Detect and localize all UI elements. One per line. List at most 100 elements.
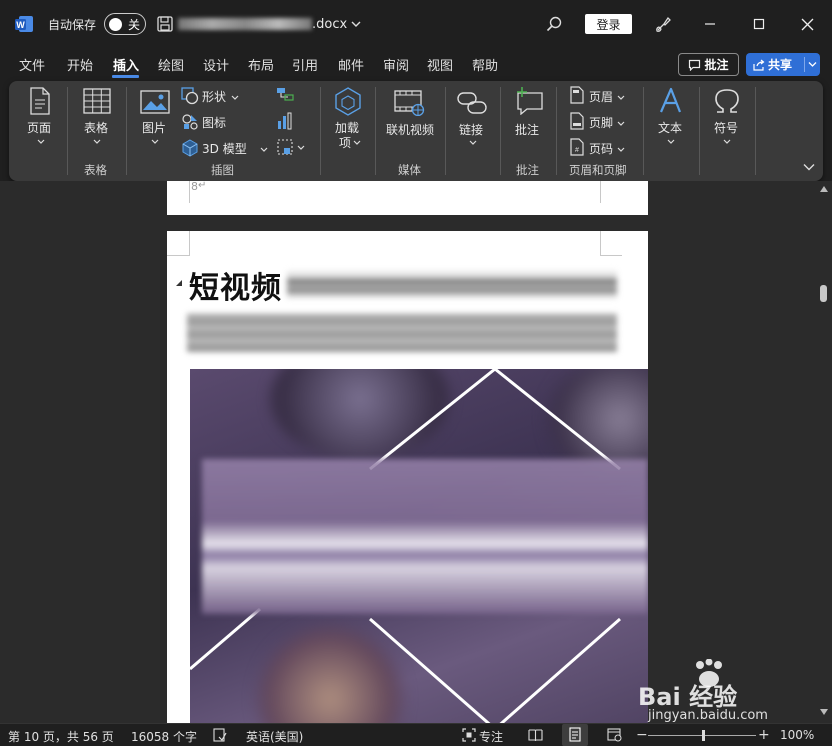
picture-button[interactable]: 图片 [135,85,175,151]
corner-mark [600,231,601,255]
heading-short-video[interactable]: 短视频 [189,263,282,307]
new-comment-button[interactable]: 批注 [507,85,551,151]
proofing-icon[interactable] [213,728,227,742]
print-layout-icon[interactable] [562,724,588,746]
new-comment-label: 批注 [515,123,540,137]
share-divider [804,57,805,72]
addins-button[interactable]: 加载 项 [327,85,369,151]
toggle-knob [109,17,122,31]
comment-icon [688,59,701,71]
zoom-slider[interactable] [648,730,756,741]
collapse-ribbon-icon[interactable] [803,163,815,171]
tab-help[interactable]: 帮助 [472,55,498,74]
tab-insert[interactable]: 插入 [113,55,139,74]
focus-mode[interactable]: 专注 [479,728,503,745]
page-info[interactable]: 第 10 页，共 56 页 [8,728,114,745]
chevron-down-icon [667,139,675,145]
picture-label: 图片 [142,121,167,135]
current-page: 短视频 [167,231,648,723]
table-icon [83,88,111,114]
online-video-label: 联机视频 [386,123,435,137]
header-button[interactable]: 页眉 [569,84,633,106]
autosave-state: 关 [128,17,141,32]
scroll-down-arrow-icon[interactable] [820,709,828,715]
minimize-icon[interactable] [700,14,720,34]
title-bar: W 自动保存 关 .docx 登录 [0,0,832,48]
zoom-slider-thumb[interactable] [702,730,705,741]
zoom-out-button[interactable]: − [636,727,648,743]
shapes-button[interactable]: 形状 [180,84,240,106]
footer-button[interactable]: 页脚 [569,110,633,132]
table-button[interactable]: 表格 [75,85,119,151]
3d-models-button[interactable]: 3D 模型 [180,136,270,158]
group-label-comments: 批注 [516,163,539,177]
filename-blurred [178,18,312,30]
symbol-button[interactable]: 符号 [705,85,749,151]
online-video-button[interactable]: 联机视频 [381,85,439,151]
ribbon-tabs: 文件 开始 插入 绘图 设计 布局 引用 邮件 审阅 视图 帮助 批注 共享 [0,48,832,80]
separator [699,87,700,175]
search-icon[interactable] [544,14,564,34]
focus-icon[interactable] [462,728,476,742]
separator [126,87,127,175]
designer-brush-icon[interactable] [653,14,673,34]
login-button[interactable]: 登录 [585,14,632,34]
tab-file[interactable]: 文件 [19,55,45,74]
zoom-level[interactable]: 100% [780,728,814,742]
text-button[interactable]: 文本 [649,85,693,151]
tab-references[interactable]: 引用 [292,55,318,74]
autosave-toggle[interactable]: 关 [104,13,146,35]
scroll-thumb[interactable] [820,285,827,302]
share-button[interactable]: 共享 [746,53,820,76]
footer-label: 页脚 [589,116,614,130]
maximize-icon[interactable] [749,14,769,34]
corner-mark [189,231,190,255]
tab-layout[interactable]: 布局 [248,55,274,74]
text-icon [656,86,686,116]
tab-home[interactable]: 开始 [67,55,93,74]
svg-text:#: # [575,147,579,154]
footer-icon [570,112,584,130]
tab-mailings[interactable]: 邮件 [338,55,364,74]
tab-view[interactable]: 视图 [427,55,453,74]
group-label-media: 媒体 [398,163,421,177]
tab-draw[interactable]: 绘图 [158,55,184,74]
scroll-up-arrow-icon[interactable] [820,186,828,192]
chart-icon[interactable] [276,112,294,130]
chevron-down-icon [353,140,361,146]
margin-mark [600,181,601,203]
chevron-down-icon [231,95,239,101]
blurred-heading-text [287,269,617,299]
zoom-in-button[interactable]: + [758,727,770,743]
word-count[interactable]: 16058 个字 [131,728,197,745]
document-canvas[interactable]: 8 ↵ 短视频 Bai 经验 jingyan.baidu.com [0,181,816,723]
chevron-down-icon[interactable] [808,61,817,68]
screenshot-button[interactable] [275,136,307,158]
group-label-tables: 表格 [84,163,107,177]
chevron-down-icon [617,95,625,101]
tab-design[interactable]: 设计 [203,55,229,74]
read-mode-icon[interactable] [528,728,543,742]
vertical-scrollbar[interactable] [816,181,832,723]
comments-button[interactable]: 批注 [678,53,739,76]
collapse-heading-icon[interactable] [175,279,183,287]
separator [445,87,446,175]
page-number-button[interactable]: # 页码 [569,136,633,158]
smartart-icon[interactable] [276,87,294,103]
separator [67,87,68,175]
link-button[interactable]: 链接 [451,85,495,151]
page-button[interactable]: 页面 [19,85,61,151]
word-app-icon[interactable]: W [14,14,34,34]
autosave-label: 自动保存 [48,17,97,32]
language[interactable]: 英语(美国) [246,728,303,745]
icons-button[interactable]: 图标 [180,110,230,132]
web-layout-icon[interactable] [607,728,622,742]
tab-review[interactable]: 审阅 [383,55,409,74]
chevron-down-icon [37,139,45,145]
save-icon[interactable] [156,15,174,33]
close-icon[interactable] [797,14,817,34]
3d-models-label: 3D 模型 [202,142,247,156]
filename-area[interactable]: .docx [178,13,362,35]
tab-insert-underline [112,75,139,78]
embedded-image[interactable] [190,369,648,723]
